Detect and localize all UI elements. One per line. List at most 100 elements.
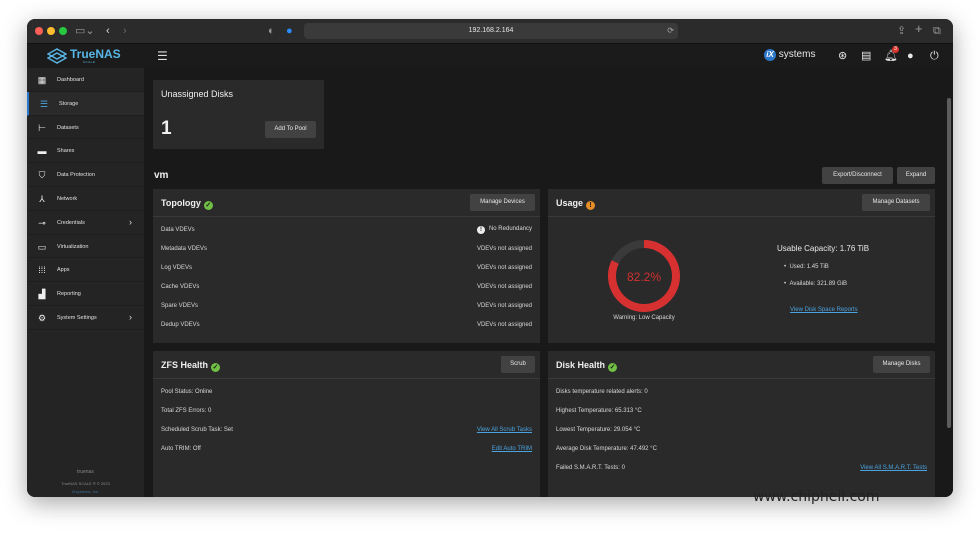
network-icon: ⅄ <box>39 193 45 204</box>
topology-row-label: Spare VDEVs <box>161 303 199 309</box>
disk-health-title: Disk Health ✓ <box>556 360 618 372</box>
reload-icon[interactable]: ⟳ <box>667 23 674 39</box>
add-to-pool-button[interactable]: Add To Pool <box>265 121 316 138</box>
total-zfs-errors: Total ZFS Errors: 0 <box>161 408 212 414</box>
manage-disks-button[interactable]: Manage Disks <box>873 356 930 373</box>
apps-grid-icon: ⁞⁞⁞ <box>38 265 46 276</box>
disk-temperature-alerts: Disks temperature related alerts: 0 <box>556 389 648 395</box>
view-all-scrub-tasks-link[interactable]: View All Scrub Tasks <box>477 427 532 433</box>
storage-icon: ☰ <box>39 98 49 109</box>
disk-health-card: Disk Health ✓ Manage Disks Disks temperat… <box>548 351 935 497</box>
sidebar-item-system-settings[interactable]: ⚙ System Settings › <box>27 306 144 330</box>
sidebar-item-label: System Settings <box>57 314 97 321</box>
minimize-window-button[interactable] <box>47 27 55 35</box>
privacy-shield-icon[interactable]: ◐ <box>268 24 275 38</box>
power-icon[interactable]: ⏻ <box>930 49 939 63</box>
failed-smart-tests: Failed S.M.A.R.T. Tests: 0 <box>556 465 625 471</box>
view-all-smart-tests-link[interactable]: View All S.M.A.R.T. Tests <box>860 465 927 471</box>
sidebar-item-label: Apps <box>57 267 70 274</box>
check-circle-icon: ✓ <box>203 201 213 210</box>
share-icon[interactable]: ⇪ <box>897 24 906 38</box>
edit-auto-trim-link[interactable]: Edit Auto TRIM <box>492 446 532 452</box>
sidebar-item-label: Virtualization <box>57 243 89 250</box>
sidebar-item-label: Data Protection <box>57 172 95 179</box>
logo-subtitle: SCALE <box>83 60 96 64</box>
sidebar-item-virtualization[interactable]: ▭ Virtualization <box>27 235 144 259</box>
usable-capacity: Usable Capacity: 1.76 TiB <box>777 244 870 253</box>
topology-row-label: Metadata VDEVs <box>161 246 208 252</box>
unassigned-disks-card: Unassigned Disks 1 Add To Pool <box>153 80 324 149</box>
usage-warning: Warning: Low Capacity <box>613 315 675 321</box>
view-disk-space-reports-link[interactable]: View Disk Space Reports <box>790 307 858 313</box>
sidebar-item-apps[interactable]: ⁞⁞⁞ Apps <box>27 258 144 283</box>
ixsystems-logo[interactable]: iX systems <box>764 49 815 61</box>
info-icon: ! <box>476 226 485 234</box>
sidebar-item-credentials[interactable]: ⊸ Credentials › <box>27 211 144 235</box>
manage-devices-button[interactable]: Manage Devices <box>470 194 535 211</box>
truenas-logo[interactable]: TrueNAS SCALE <box>47 46 127 66</box>
key-icon: ⊸ <box>38 217 46 228</box>
new-tab-icon[interactable]: + <box>915 22 923 36</box>
truecommand-icon[interactable]: ⊛ <box>838 49 847 63</box>
used-capacity: • Used: 1.45 TiB <box>784 264 829 270</box>
available-capacity: • Available: 321.89 GiB <box>784 281 848 287</box>
sidebar-item-datasets[interactable]: ⊢ Datasets <box>27 116 144 140</box>
topology-title: Topology ✓ <box>161 198 213 210</box>
sidebar-item-label: Dashboard <box>57 77 84 83</box>
clipboard-icon[interactable]: ▤ <box>861 49 871 63</box>
sidebar-toggle-icon[interactable]: ▭⌄ <box>75 24 95 38</box>
extension-icon[interactable]: ● <box>286 24 293 38</box>
maximize-window-button[interactable] <box>59 27 67 35</box>
manage-datasets-button[interactable]: Manage Datasets <box>862 194 930 211</box>
sidebar-item-label: Storage <box>59 100 79 107</box>
zfs-health-card: ZFS Health ✓ Scrub Pool Status: Online To… <box>153 351 540 497</box>
topology-title-text: Topology <box>161 198 201 208</box>
ix-icon: iX <box>764 49 776 61</box>
tab-overview-icon[interactable]: ⧉ <box>933 24 941 38</box>
close-window-button[interactable] <box>35 27 43 35</box>
highest-temperature: Highest Temperature: 65.313 °C <box>556 408 642 414</box>
company-link[interactable]: iXsystems, Inc. <box>27 489 144 494</box>
watermark-text: www.chiphell.com <box>753 489 880 505</box>
topology-row-value: VDEVs not assigned <box>476 246 532 252</box>
scheduled-scrub-task: Scheduled Scrub Task: Set <box>161 427 233 433</box>
usage-card: Usage! Manage Datasets 82.2% Warning: Lo… <box>548 189 935 343</box>
account-icon[interactable]: ● <box>907 49 914 63</box>
topology-row-value: VDEVs not assigned <box>476 265 532 271</box>
usage-title: Usage! <box>556 198 596 210</box>
copyright-label: TrueNAS SCALE ® © 2023 <box>61 481 110 486</box>
zfs-health-title-text: ZFS Health <box>161 360 209 370</box>
sidebar-item-data-protection[interactable]: ⛉ Data Protection <box>27 163 144 187</box>
scrollbar[interactable] <box>947 98 951 428</box>
back-icon[interactable]: ‹ <box>106 24 110 38</box>
topology-row-value: VDEVs not assigned <box>476 322 532 328</box>
topology-row-value: VDEVs not assigned <box>476 303 532 309</box>
expand-button[interactable]: Expand <box>897 167 935 184</box>
sidebar-item-storage[interactable]: ☰ Storage <box>27 91 144 116</box>
available-capacity-text: Available: 321.89 GiB <box>789 281 848 287</box>
topology-value-text: No Redundancy <box>488 226 532 232</box>
divider <box>548 216 935 217</box>
unassigned-disks-title: Unassigned Disks <box>161 89 234 99</box>
sidebar-item-network[interactable]: ⅄ Network <box>27 187 144 211</box>
unassigned-disk-count: 1 <box>161 118 172 139</box>
forward-icon[interactable]: › <box>123 24 127 38</box>
menu-toggle-icon[interactable]: ☰ <box>157 49 168 63</box>
datasets-icon: ⊢ <box>38 122 46 133</box>
topology-row-label: Log VDEVs <box>161 265 193 271</box>
chevron-right-icon: › <box>129 311 132 322</box>
average-disk-temperature: Average Disk Temperature: 47.492 °C <box>556 446 657 452</box>
topology-row-label: Cache VDEVs <box>161 284 200 290</box>
shield-icon: ⛉ <box>38 170 46 181</box>
topology-card: Topology ✓ Manage Devices Data VDEVs ! No … <box>153 189 540 343</box>
browser-toolbar: ▭⌄ ‹ › ◐ ● 192.168.2.164 ⟳ ⇪ + ⧉ <box>27 19 953 44</box>
sidebar-item-dashboard[interactable]: ▦ Dashboard <box>27 68 144 92</box>
scrub-button[interactable]: Scrub <box>501 356 535 373</box>
pool-status: Pool Status: Online <box>161 389 213 395</box>
sidebar-item-reporting[interactable]: ▟ Reporting <box>27 282 144 306</box>
sidebar-item-shares[interactable]: ▬ Shares <box>27 139 144 164</box>
pool-name: vm <box>154 170 169 181</box>
hostname-label: truenas <box>77 469 94 475</box>
address-bar[interactable]: 192.168.2.164 ⟳ <box>304 23 678 39</box>
export-disconnect-button[interactable]: Export/Disconnect <box>822 167 893 184</box>
